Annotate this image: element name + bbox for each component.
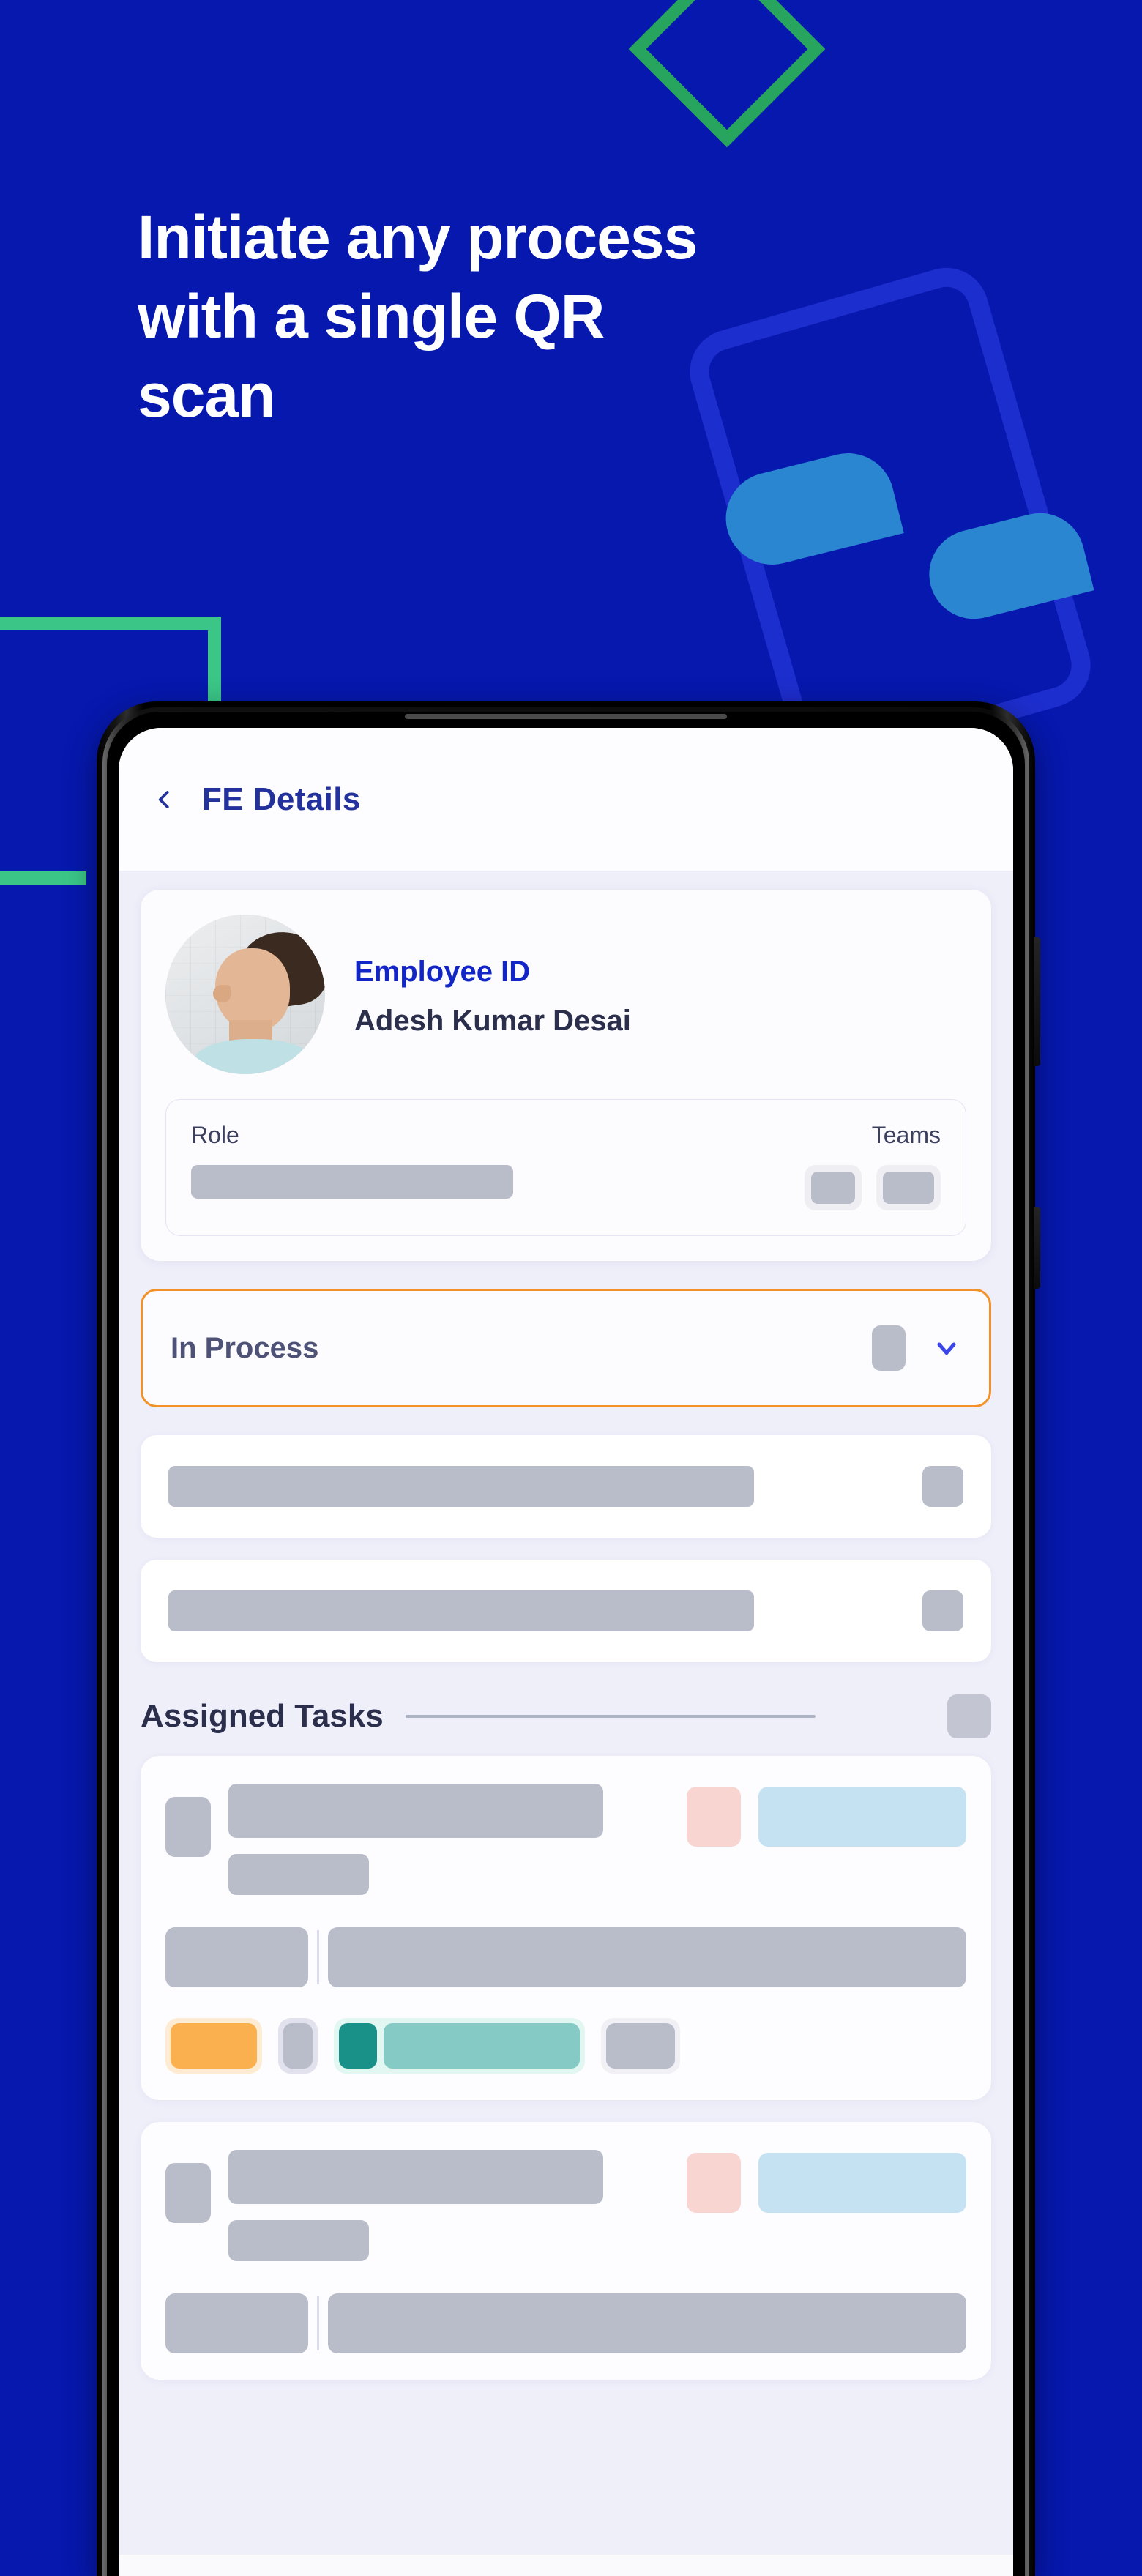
headline-line-1: Initiate any process: [138, 203, 698, 272]
task-meta-right-skeleton: [328, 2293, 966, 2353]
task-status-badge-skeleton: [758, 1787, 966, 1847]
teams-column: Teams: [805, 1122, 941, 1210]
task-tag-grey-fill: [283, 2023, 313, 2069]
page-title: FE Details: [202, 781, 361, 817]
employee-id-label: Employee ID: [354, 956, 531, 988]
task-title-block: [228, 2150, 669, 2261]
chevron-down-icon[interactable]: [932, 1333, 961, 1363]
headline-line-2: with a single QR: [138, 282, 605, 351]
team-chip-1[interactable]: [805, 1165, 862, 1210]
task-avatar-skeleton: [165, 2163, 211, 2223]
list-item-action-skeleton: [922, 1466, 963, 1507]
task-meta-right-skeleton: [328, 1927, 966, 1987]
task-tag-plain-fill: [606, 2023, 675, 2069]
task-subtitle-skeleton: [228, 1854, 369, 1895]
task-tag-grey[interactable]: [278, 2018, 318, 2074]
app-content: Employee ID Adesh Kumar Desai Role Teams: [119, 871, 1013, 2555]
task-tag-orange[interactable]: [165, 2018, 262, 2074]
list-item-title-skeleton: [168, 1590, 754, 1631]
phone-mockup: FE Details Employee ID Adesh Kumar Desai…: [97, 701, 1040, 2576]
task-card-top-row: [165, 1784, 966, 1895]
list-item-title-skeleton: [168, 1466, 754, 1507]
avatar-shirt: [194, 1039, 313, 1074]
task-meta-divider: [317, 2296, 319, 2350]
status-count-skeleton: [872, 1325, 906, 1371]
avatar-nose: [213, 984, 231, 1002]
green-bracket-top-bar: [0, 617, 221, 630]
employee-name: Adesh Kumar Desai: [354, 1005, 631, 1037]
task-card[interactable]: [141, 1756, 991, 2100]
task-card[interactable]: [141, 2122, 991, 2380]
assigned-tasks-title: Assigned Tasks: [141, 1698, 384, 1734]
promo-headline: Initiate any process with a single QR sc…: [138, 206, 1001, 444]
task-title-skeleton: [228, 2150, 603, 2204]
task-meta-left-skeleton: [165, 2293, 308, 2353]
team-chip-2-skeleton: [883, 1172, 934, 1204]
phone-volume-button[interactable]: [1034, 937, 1040, 1066]
task-avatar-skeleton: [165, 1797, 211, 1857]
green-diamond-shape: [628, 0, 826, 148]
green-bracket-bottom-bar: [0, 871, 86, 885]
task-tag-teal-dark-fill: [339, 2023, 377, 2069]
task-card-meta-row: [165, 1927, 966, 1987]
chevron-left-icon[interactable]: [154, 789, 176, 811]
team-chip-2[interactable]: [876, 1165, 941, 1210]
task-priority-badge-skeleton: [687, 2153, 741, 2213]
list-item-action-skeleton: [922, 1590, 963, 1631]
assigned-tasks-header: Assigned Tasks: [141, 1694, 991, 1738]
task-title-block: [228, 1784, 669, 1895]
role-column: Role: [191, 1122, 513, 1199]
task-priority-badge-skeleton: [687, 1787, 741, 1847]
app-header: FE Details: [119, 728, 1013, 871]
task-status-badge-skeleton: [758, 2153, 966, 2213]
task-subtitle-skeleton: [228, 2220, 369, 2261]
avatar: [165, 915, 325, 1074]
role-teams-box: Role Teams: [165, 1099, 966, 1236]
teams-label: Teams: [871, 1122, 941, 1148]
phone-earpiece-speaker: [405, 714, 727, 719]
list-item[interactable]: [141, 1560, 991, 1662]
headline-line-3: scan: [138, 361, 275, 430]
task-tag-orange-fill: [171, 2023, 257, 2069]
phone-power-button[interactable]: [1034, 1207, 1040, 1289]
phone-screen: FE Details Employee ID Adesh Kumar Desai…: [119, 728, 1013, 2576]
task-card-tag-row: [165, 2018, 966, 2074]
status-dropdown-label: In Process: [171, 1331, 319, 1364]
profile-text-block: Employee ID Adesh Kumar Desai: [354, 951, 631, 1038]
task-tag-plain[interactable]: [601, 2018, 680, 2074]
teams-chip-group: [805, 1165, 941, 1210]
role-label: Role: [191, 1122, 239, 1148]
profile-top-row: Employee ID Adesh Kumar Desai: [165, 915, 966, 1074]
task-card-top-row: [165, 2150, 966, 2261]
assigned-tasks-action-skeleton[interactable]: [947, 1694, 991, 1738]
status-dropdown[interactable]: In Process: [141, 1289, 991, 1407]
task-meta-divider: [317, 1930, 319, 1984]
team-chip-1-skeleton: [811, 1172, 855, 1204]
employee-profile-card: Employee ID Adesh Kumar Desai Role Teams: [141, 890, 991, 1261]
section-divider-line: [405, 1715, 816, 1718]
task-tag-teal[interactable]: [334, 2018, 585, 2074]
task-meta-left-skeleton: [165, 1927, 308, 1987]
list-item[interactable]: [141, 1435, 991, 1538]
task-card-meta-row: [165, 2293, 966, 2353]
role-value-skeleton: [191, 1165, 513, 1199]
task-title-skeleton: [228, 1784, 603, 1838]
task-tag-teal-light-fill: [384, 2023, 580, 2069]
